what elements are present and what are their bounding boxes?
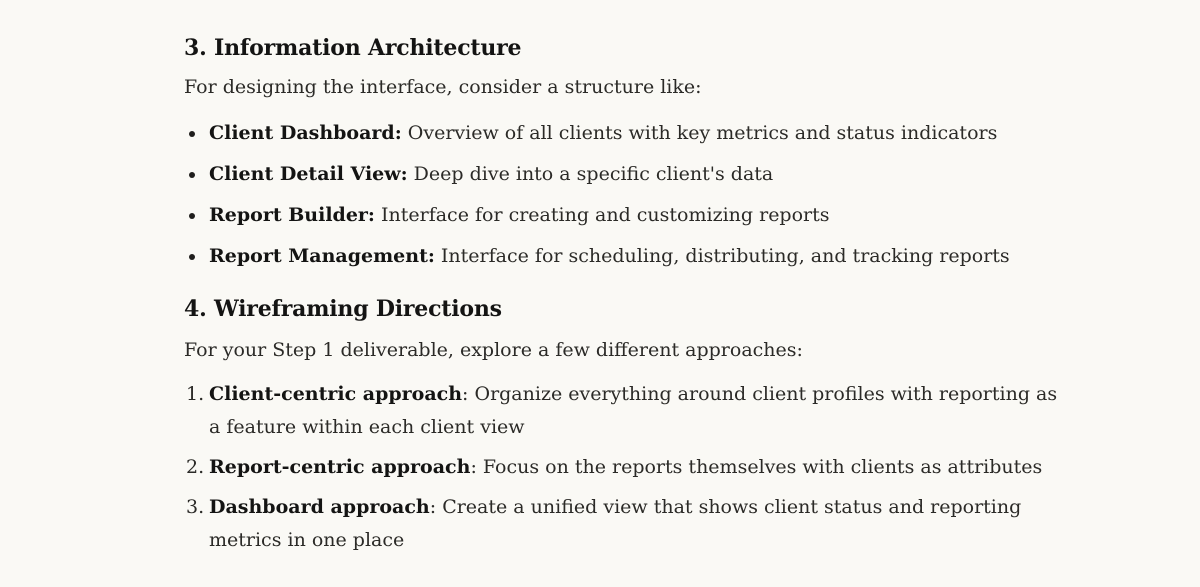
- list-item-term: Client-centric approach: [209, 383, 463, 405]
- list-item-text: : Focus on the reports themselves with c…: [470, 456, 1043, 478]
- section-heading-wireframing-directions: 4. Wireframing Directions: [184, 296, 502, 322]
- numbered-list-item: 1. Client-centric approach: Organize eve…: [184, 378, 1064, 444]
- list-item-text: Interface for creating and customizing r…: [374, 204, 830, 226]
- list-item: Client Dashboard: Overview of all client…: [184, 117, 1084, 150]
- bullet-icon: [189, 172, 195, 178]
- section-intro: For your Step 1 deliverable, explore a f…: [184, 339, 803, 361]
- bullet-icon: [189, 254, 195, 260]
- list-item-term: Client Detail View:: [209, 163, 408, 185]
- list-number: 1.: [186, 383, 205, 405]
- bullet-icon: [189, 213, 195, 219]
- section-heading-information-architecture: 3. Information Architecture: [184, 35, 522, 61]
- list-item-term: Dashboard approach: [209, 496, 430, 518]
- list-item-text: Deep dive into a specific client's data: [407, 163, 774, 185]
- list-number: 2.: [186, 456, 205, 478]
- list-item: Report Management: Interface for schedul…: [184, 240, 1084, 273]
- list-number: 3.: [186, 496, 205, 518]
- list-item-term: Client Dashboard:: [209, 122, 402, 144]
- numbered-list-item: 2. Report-centric approach: Focus on the…: [184, 451, 1064, 484]
- bullet-icon: [189, 131, 195, 137]
- list-item-term: Report Builder:: [209, 204, 375, 226]
- list-item-term: Report Management:: [209, 245, 435, 267]
- list-item-text: Overview of all clients with key metrics…: [401, 122, 998, 144]
- list-item-term: Report-centric approach: [209, 456, 471, 478]
- list-item: Report Builder: Interface for creating a…: [184, 199, 1084, 232]
- bullet-list: Client Dashboard: Overview of all client…: [184, 117, 1084, 281]
- list-item: Client Detail View: Deep dive into a spe…: [184, 158, 1084, 191]
- list-item-text: Interface for scheduling, distributing, …: [434, 245, 1010, 267]
- numbered-list: 1. Client-centric approach: Organize eve…: [184, 378, 1064, 564]
- section-intro: For designing the interface, consider a …: [184, 76, 702, 98]
- numbered-list-item: 3. Dashboard approach: Create a unified …: [184, 491, 1064, 557]
